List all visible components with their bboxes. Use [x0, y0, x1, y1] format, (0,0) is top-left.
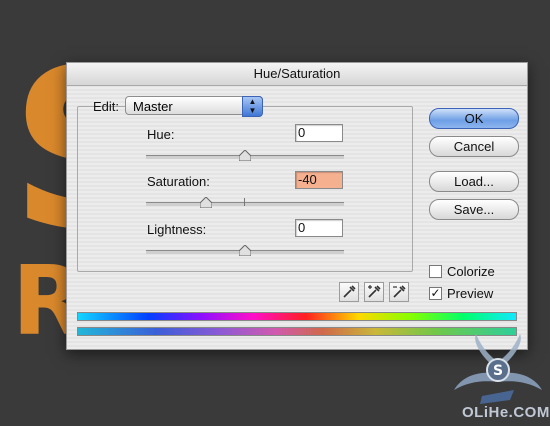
hue-slider-thumb[interactable] — [239, 150, 251, 161]
input-color-bar — [77, 312, 517, 321]
lightness-input[interactable]: 0 — [295, 219, 343, 237]
eyedropper-plus-icon — [368, 285, 381, 298]
hue-saturation-dialog: Hue/Saturation Edit: Master ▲ ▼ Hue: 0 Sa… — [66, 62, 528, 350]
eyedropper-minus-icon — [393, 285, 406, 298]
select-arrows-icon: ▲ ▼ — [242, 96, 263, 117]
preview-label: Preview — [447, 286, 494, 301]
edit-channel-select[interactable]: Master ▲ ▼ — [125, 96, 263, 117]
eyedropper-icon — [343, 285, 356, 298]
eyedropper-minus-button[interactable] — [389, 282, 409, 302]
eyedropper-plus-button[interactable] — [364, 282, 384, 302]
edit-label: Edit: — [93, 99, 120, 114]
watermark-text: OLiHe.COM — [462, 404, 550, 421]
preview-checkbox[interactable]: ✓ — [429, 287, 442, 300]
saturation-slider-track[interactable] — [146, 202, 344, 206]
eyedropper-button[interactable] — [339, 282, 359, 302]
dialog-title: Hue/Saturation — [67, 63, 527, 86]
ok-button[interactable]: OK — [429, 108, 519, 129]
cancel-button[interactable]: Cancel — [429, 136, 519, 157]
lightness-slider-thumb[interactable] — [239, 245, 251, 256]
saturation-label: Saturation: — [147, 174, 210, 189]
output-color-bar — [77, 327, 517, 336]
save-button[interactable]: Save... — [429, 199, 519, 220]
svg-text:S: S — [493, 363, 503, 379]
lightness-label: Lightness: — [147, 222, 207, 237]
hue-input[interactable]: 0 — [295, 124, 343, 142]
colorize-checkbox[interactable] — [429, 265, 442, 278]
edit-channel-value: Master — [133, 99, 173, 114]
load-button[interactable]: Load... — [429, 171, 519, 192]
hue-label: Hue: — [147, 127, 175, 142]
saturation-center-tick — [244, 198, 245, 206]
saturation-slider-thumb[interactable] — [200, 197, 212, 208]
colorize-label: Colorize — [447, 264, 495, 279]
saturation-input[interactable]: -40 — [295, 171, 343, 189]
